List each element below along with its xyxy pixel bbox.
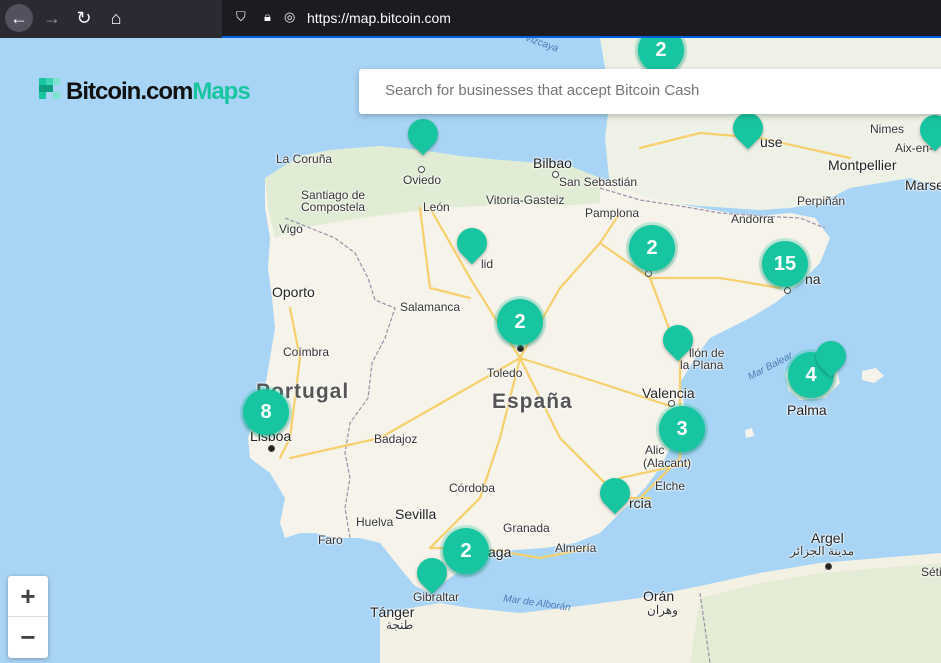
cluster-marker-malaga[interactable]: 2 [443,528,489,574]
cluster-marker-zaragoza[interactable]: 2 [629,225,675,271]
cluster-marker-lisboa[interactable]: 8 [243,389,289,435]
city-label-granada: Granada [503,521,550,535]
city-label-gibraltar: Gibraltar [413,590,460,604]
url-text[interactable]: https://map.bitcoin.com [307,10,451,26]
city-label-valladolid: lid [481,257,494,271]
browser-toolbar: ← → ↻ ⌂ ⛉ 🔒︎ ◎ https://map.bitcoin.com [0,0,941,38]
city-label-toulouse: use [760,134,783,150]
city-label-coimbra: Coímbra [283,345,330,359]
city-label-la-coruna: La Coruña [276,152,333,166]
city-label-compostela: Compostela [301,200,366,214]
home-icon[interactable]: ⌂ [102,4,130,32]
city-label-salamanca: Salamanca [400,300,461,314]
city-label-vigo: Vigo [279,222,303,236]
city-label-huelva: Huelva [356,515,394,529]
city-label-argel-ar: مدينة الجزائر [790,544,855,558]
logo-grid-icon [39,78,60,99]
city-label-elche: Elche [655,479,686,493]
city-label-murcia: rcia [629,495,652,511]
zoom-in-button[interactable]: + [8,576,48,617]
search-input[interactable] [383,81,907,100]
reload-icon[interactable]: ↻ [70,4,98,32]
logo-text-bitcoin: Bitcoin.com [66,78,193,105]
city-label-valencia: Valencia [642,385,695,401]
city-label-oran-ar: وهران [647,603,678,617]
cluster-marker-barcelona[interactable]: 15 [762,241,808,287]
logo-text-maps: Maps [192,78,250,105]
city-label-malaga: aga [488,544,512,560]
back-arrow-icon[interactable]: ← [5,4,33,32]
city-dot-lisboa [268,445,275,452]
city-dot-valencia [668,400,675,407]
lock-icon[interactable]: 🔒︎ [264,9,271,25]
city-label-oran: Orán [643,588,675,604]
city-label-marse: Marse [905,177,941,193]
city-label-oporto: Oporto [272,284,315,300]
city-label-alicante-2: (Alacant) [643,456,692,470]
city-label-montpellier: Montpellier [828,157,897,173]
city-label-vitoria: Vitoria-Gasteiz [486,193,565,207]
city-label-perpignan: Perpiñán [797,194,846,208]
city-dot-argel [825,563,832,570]
city-label-leon: León [423,200,450,214]
address-bar[interactable]: ⛉ 🔒︎ ◎ https://map.bitcoin.com [222,0,941,38]
zoom-control: + − [8,576,48,658]
search-box[interactable] [359,69,941,114]
tracking-icon[interactable]: ◎ [284,9,295,25]
city-dot-zaragoza [645,270,652,277]
city-label-badajoz: Badajoz [374,432,418,446]
city-dot-bilbao [552,171,559,178]
city-label-toledo: Toledo [487,366,523,380]
shield-icon[interactable]: ⛉ [236,9,246,25]
city-label-san-sebastian: San Sebastián [559,175,638,189]
forward-arrow-icon[interactable]: → [38,4,66,32]
city-label-andorra: Andorra [731,212,774,226]
city-label-cordoba: Córdoba [449,481,496,495]
cluster-marker-madrid[interactable]: 2 [497,299,543,345]
city-dot-barcelona [784,287,791,294]
city-label-castellon-2: la Plana [680,358,724,372]
city-label-seti: Séti [921,565,941,579]
city-label-sevilla: Sevilla [395,506,437,522]
map-canvas[interactable]: España Portugal Mar Balear Mar de Alborá… [0,38,941,663]
city-label-barcelona: na [805,271,821,287]
city-label-alicante: Alic [645,443,665,457]
city-label-pamplona: Pamplona [585,206,640,220]
city-label-nimes: Nimes [870,122,905,136]
city-label-palma: Palma [787,402,827,418]
country-label-espana: España [492,390,573,413]
city-label-tanger-ar: طنجة [386,618,414,632]
city-label-faro: Faro [318,533,343,547]
city-dot-oviedo [418,166,425,173]
zoom-out-button[interactable]: − [8,617,48,657]
city-label-almeria: Almería [555,541,597,555]
cluster-marker-alicante[interactable]: 3 [659,406,705,452]
city-label-oviedo: Oviedo [403,173,442,187]
city-label-bilbao: Bilbao [533,155,572,171]
city-dot-madrid [517,345,524,352]
